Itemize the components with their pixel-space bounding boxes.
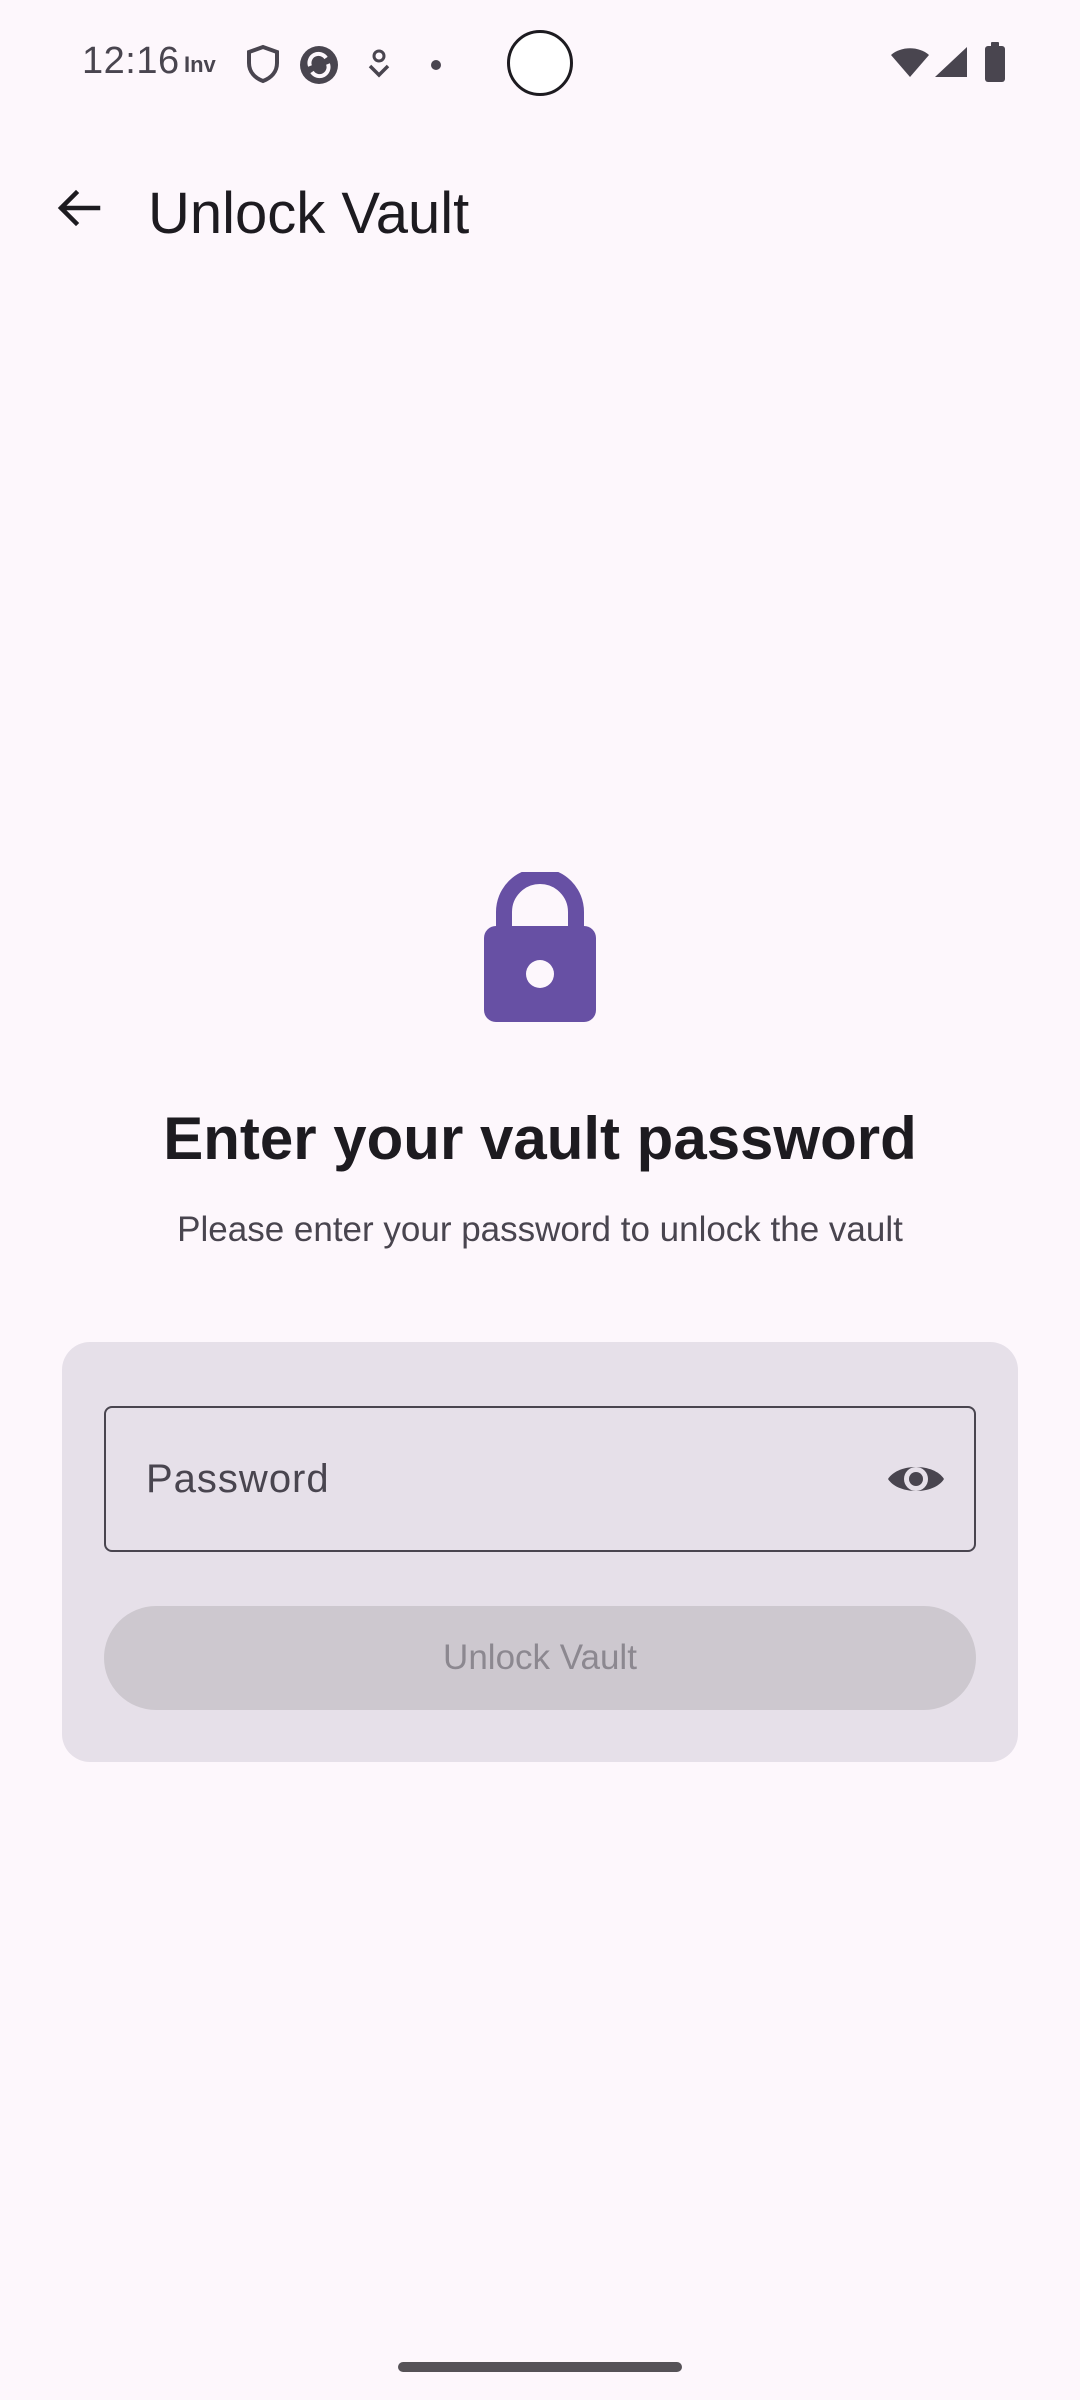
download-icon xyxy=(366,48,392,87)
dot-icon xyxy=(430,58,442,76)
password-field xyxy=(104,1406,976,1552)
sync-icon xyxy=(298,44,340,91)
page-title: Unlock Vault xyxy=(148,181,470,246)
camera-cutout xyxy=(507,30,573,96)
unlock-vault-screen: 12:16 Inv Unlock Vault Enter your vault … xyxy=(0,0,1080,2400)
wifi-icon xyxy=(890,46,930,83)
heading: Enter your vault password xyxy=(163,1105,917,1172)
unlock-vault-button[interactable]: Unlock Vault xyxy=(104,1606,976,1710)
subheading: Please enter your password to unlock the… xyxy=(177,1210,903,1249)
eye-icon xyxy=(886,1459,946,1504)
password-input[interactable] xyxy=(106,1408,974,1550)
status-time: 12:16 xyxy=(82,40,180,82)
home-indicator[interactable] xyxy=(398,2362,682,2372)
lock-icon xyxy=(480,868,600,1024)
battery-icon xyxy=(984,42,1006,87)
top-app-bar: Unlock Vault xyxy=(0,160,1080,260)
back-button[interactable] xyxy=(40,172,116,248)
svg-text:Inv: Inv xyxy=(184,52,217,77)
signal-icon xyxy=(934,46,968,83)
password-card: Unlock Vault xyxy=(62,1342,1018,1762)
shield-icon xyxy=(246,44,280,89)
status-bar: 12:16 Inv xyxy=(0,0,1080,128)
inv-icon: Inv xyxy=(184,50,224,83)
arrow-back-icon xyxy=(54,184,102,237)
toggle-visibility-button[interactable] xyxy=(886,1451,946,1511)
